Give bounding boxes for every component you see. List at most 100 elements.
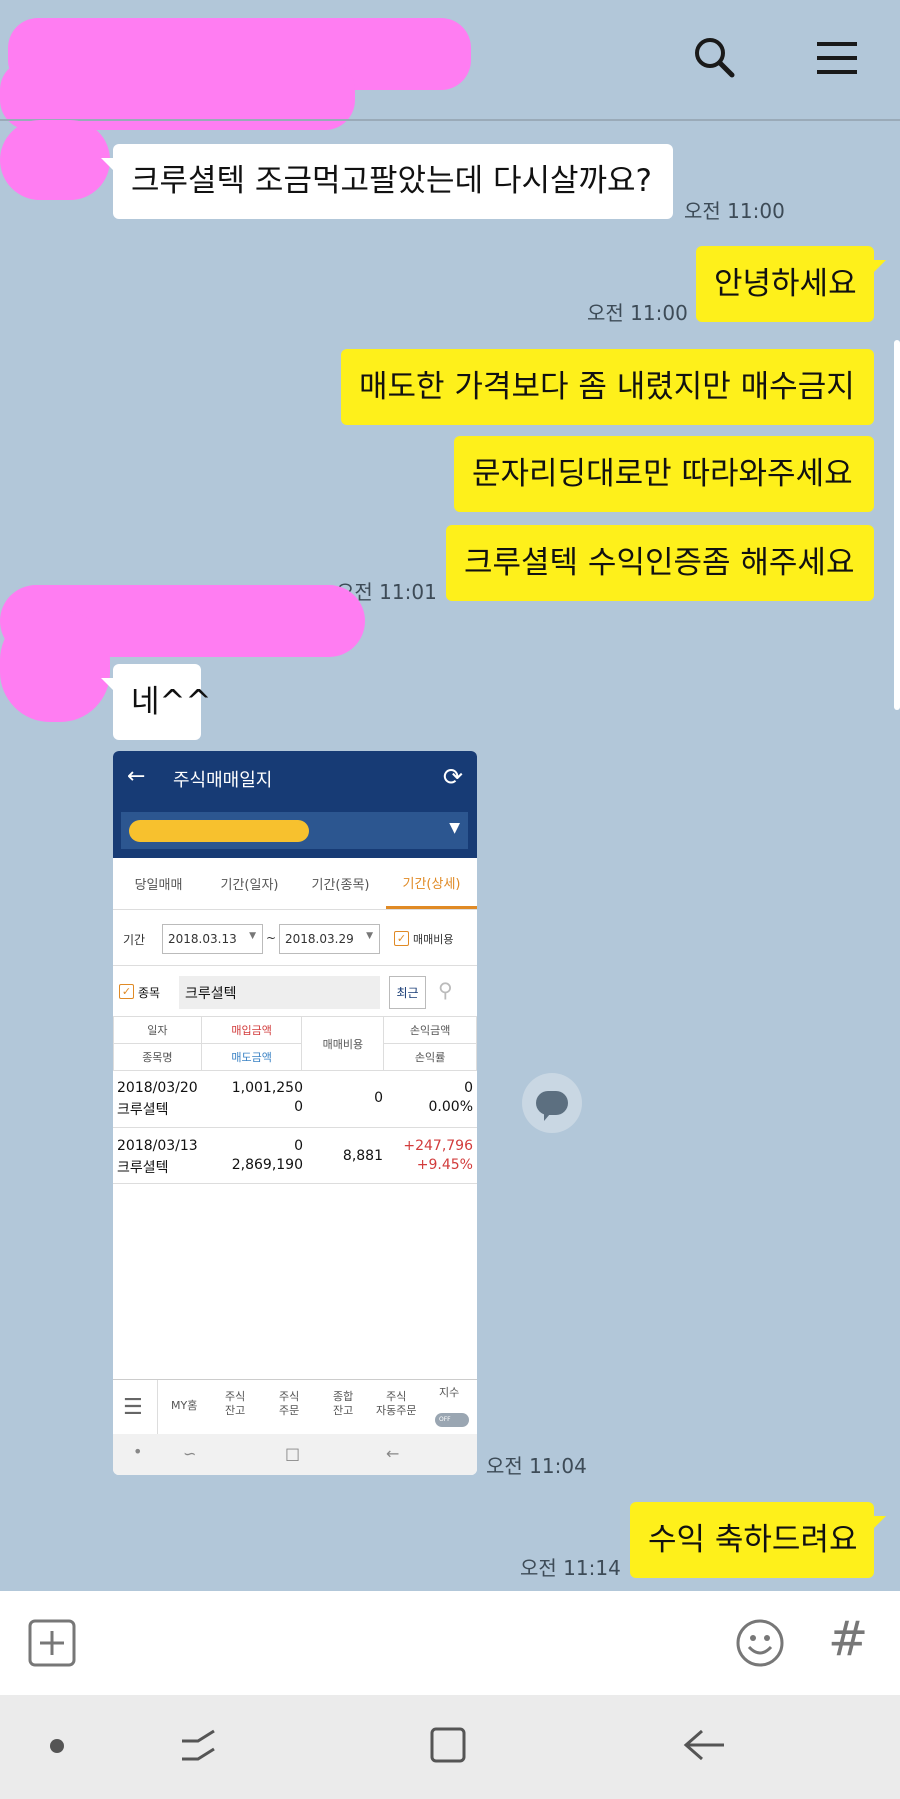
- trade-table-header: 일자 매입금액 매매비용 손익금액 종목명 매도금액 손익률: [113, 1016, 477, 1071]
- tab-period-detail[interactable]: 기간(상세): [386, 858, 477, 909]
- menu-icon[interactable]: [815, 38, 859, 78]
- stock-filter: ✓ 종목 크루셜텍 최근 ⚲: [113, 966, 477, 1016]
- row-pl: +247,796: [403, 1138, 473, 1154]
- header-divider: [0, 119, 900, 121]
- date-from-field[interactable]: 2018.03.13 ▼: [162, 924, 263, 954]
- chat-input-bar: #: [0, 1591, 900, 1695]
- refresh-icon[interactable]: ⟳: [443, 763, 463, 791]
- tab-period-date[interactable]: 기간(일자): [204, 858, 295, 909]
- message-text: 크루셜텍 수익인증좀 해주세요: [464, 544, 855, 581]
- message-bubble-outgoing[interactable]: 문자리딩대로만 따라와주세요: [454, 436, 874, 512]
- scrollbar[interactable]: [894, 340, 900, 710]
- row-sell: 0: [294, 1099, 303, 1115]
- message-bubble-incoming[interactable]: 크루셜텍 조금먹고팔았는데 다시살까요?: [101, 144, 673, 219]
- col-pl-amount: 손익금액: [383, 1016, 477, 1044]
- row-fee: 0: [374, 1090, 383, 1106]
- period-label: 기간: [123, 933, 146, 947]
- nav-stock-order[interactable]: 주식 주문: [279, 1390, 299, 1418]
- row-buy: 0: [294, 1138, 303, 1154]
- row-rate: 0.00%: [428, 1099, 473, 1115]
- redacted-account: [129, 820, 309, 842]
- home-icon: □: [285, 1444, 301, 1463]
- nav-label: 주식: [386, 1390, 407, 1403]
- row-name: 크루셜텍: [117, 1102, 169, 1118]
- redacted-sender-avatar: [0, 120, 110, 200]
- hamburger-icon[interactable]: ☰: [123, 1394, 143, 1422]
- chat-bubble-icon: [536, 1091, 568, 1121]
- account-select[interactable]: ▼: [121, 812, 468, 849]
- image-message[interactable]: ← 주식매매일지 ⟳ ▼ 당일매매 기간(일자) 기간(종목) 기간(상세) 기…: [113, 751, 477, 1475]
- home-icon[interactable]: [428, 1725, 468, 1765]
- fee-checkbox[interactable]: ✓: [394, 931, 409, 946]
- recent-button[interactable]: 최근: [389, 976, 426, 1009]
- dropdown-icon: ▼: [249, 931, 256, 941]
- tab-period-stock[interactable]: 기간(종목): [295, 858, 386, 909]
- message-text: 문자리딩대로만 따라와주세요: [472, 455, 853, 492]
- nav-auto-order[interactable]: 주식 자동주문: [376, 1390, 416, 1418]
- date-to-field[interactable]: 2018.03.29 ▼: [279, 924, 380, 954]
- message-bubble-outgoing[interactable]: 수익 축하드려요: [630, 1502, 886, 1578]
- stock-input[interactable]: 크루셜텍: [179, 976, 380, 1009]
- fee-check-label: 매매비용: [413, 933, 454, 946]
- row-date: 2018/03/13: [117, 1138, 198, 1154]
- message-bubble-outgoing[interactable]: 크루셜텍 수익인증좀 해주세요: [446, 525, 874, 601]
- message-bubble-outgoing[interactable]: 매도한 가격보다 좀 내렸지만 매수금지: [341, 349, 874, 425]
- search-icon[interactable]: [690, 32, 740, 82]
- nav-label: 주문: [279, 1403, 300, 1417]
- message-bubble-incoming[interactable]: 네^^: [101, 664, 211, 740]
- emoji-icon[interactable]: [734, 1617, 786, 1669]
- plus-icon[interactable]: [28, 1619, 76, 1667]
- stock-input-value: 크루셜텍: [185, 985, 237, 1002]
- message-text: 매도한 가격보다 좀 내렸지만 매수금지: [359, 368, 855, 405]
- tab-bar: 당일매매 기간(일자) 기간(종목) 기간(상세): [113, 858, 477, 910]
- nav-label: 주식: [279, 1390, 300, 1403]
- back-arrow-icon[interactable]: ←: [127, 764, 145, 789]
- search-icon[interactable]: ⚲: [438, 978, 453, 1002]
- system-navigation-bar: [0, 1695, 900, 1799]
- message-time: 오전 11:00: [684, 199, 785, 223]
- message-text: 네^^: [131, 683, 212, 720]
- date-from-value: 2018.03.13: [168, 932, 237, 946]
- nav-my-home[interactable]: MY홈: [171, 1399, 197, 1413]
- message-bubble-outgoing[interactable]: 안녕하세요: [696, 246, 886, 322]
- back-icon[interactable]: [680, 1725, 728, 1765]
- table-row[interactable]: 2018/03/13 크루셜텍 0 2,869,190 8,881 +247,7…: [113, 1128, 477, 1184]
- nav-label: 주식: [225, 1390, 246, 1403]
- row-date: 2018/03/20: [117, 1080, 198, 1096]
- nav-stock-balance[interactable]: 주식 잔고: [225, 1390, 245, 1418]
- row-rate: +9.45%: [416, 1157, 473, 1173]
- col-date: 일자: [113, 1016, 202, 1044]
- row-pl: 0: [464, 1080, 473, 1096]
- hashtag-button[interactable]: #: [828, 1611, 868, 1667]
- dot-icon[interactable]: [50, 1739, 64, 1753]
- recent-apps-icon[interactable]: [178, 1725, 218, 1765]
- redacted-sender-avatar: [0, 610, 110, 722]
- period-filter: 기간 2018.03.13 ▼ ~ 2018.03.29 ▼ ✓ 매매비용: [113, 911, 477, 966]
- row-sell: 2,869,190: [231, 1157, 303, 1173]
- nav-index[interactable]: 지수: [439, 1386, 459, 1400]
- table-row[interactable]: 2018/03/20 크루셜텍 1,001,250 0 0 0 0.00%: [113, 1072, 477, 1128]
- app-title: 주식매매일지: [173, 770, 273, 791]
- message-text: 안녕하세요: [714, 265, 857, 302]
- stock-check-label: 종목: [138, 986, 161, 1000]
- share-bubble-button[interactable]: [522, 1073, 582, 1133]
- nav-label: 종합: [333, 1390, 354, 1403]
- col-fee: 매매비용: [301, 1016, 385, 1071]
- app-header: ← 주식매매일지 ⟳ ▼: [113, 751, 477, 858]
- recent-apps-icon: ∽: [183, 1444, 197, 1463]
- dot-icon: •: [133, 1442, 143, 1461]
- back-icon: ←: [386, 1444, 400, 1463]
- col-buy-amount: 매입금액: [200, 1016, 303, 1044]
- nav-label: 잔고: [225, 1403, 246, 1417]
- caret-down-icon: ▼: [449, 820, 460, 836]
- nav-label: 자동주문: [376, 1403, 417, 1417]
- message-time: 오전 11:14: [520, 1556, 621, 1580]
- row-buy: 1,001,250: [231, 1080, 303, 1096]
- stock-checkbox[interactable]: ✓: [119, 984, 134, 999]
- col-name: 종목명: [113, 1043, 202, 1071]
- message-text: 크루셜텍 조금먹고팔았는데 다시살까요?: [131, 163, 653, 199]
- tab-today[interactable]: 당일매매: [113, 858, 204, 909]
- nav-total-balance[interactable]: 종합 잔고: [333, 1390, 353, 1418]
- index-toggle[interactable]: OFF: [435, 1413, 469, 1427]
- message-time: 오전 11:04: [486, 1454, 587, 1478]
